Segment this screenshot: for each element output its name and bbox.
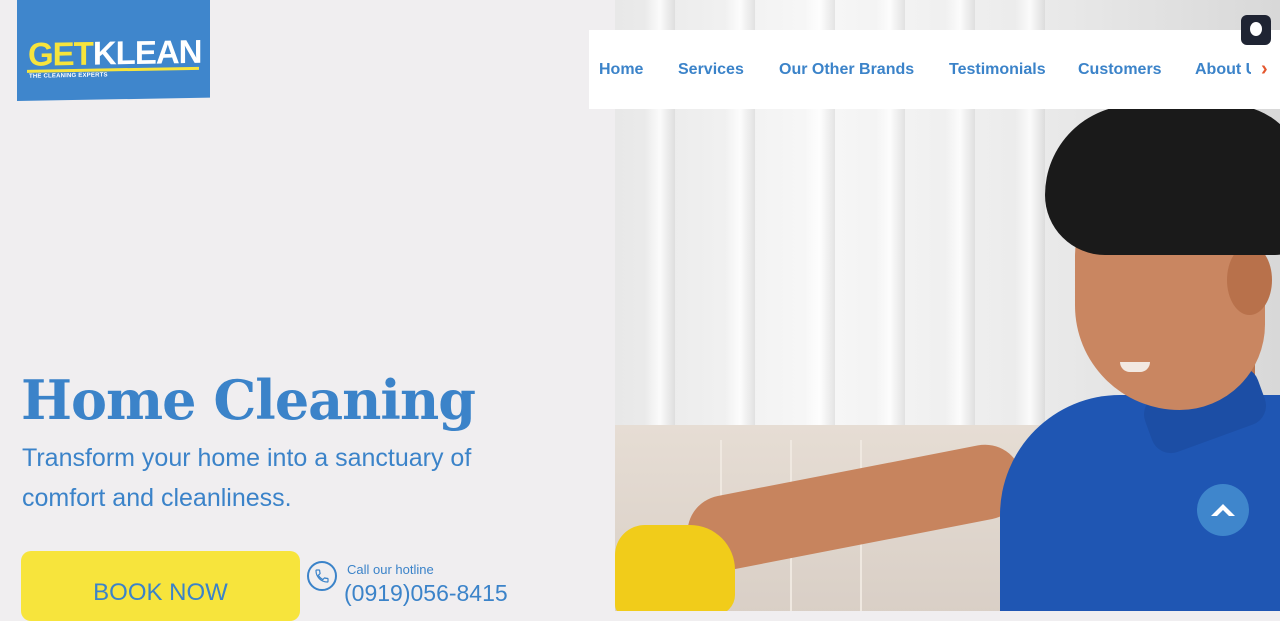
logo-get: GET <box>28 34 93 73</box>
hero-title: Home Cleaning <box>21 368 476 432</box>
ear <box>1227 245 1272 315</box>
accessibility-icon[interactable] <box>1241 15 1271 45</box>
nav-scroll-right-icon[interactable]: › <box>1261 58 1268 81</box>
nav-item-other-brands[interactable]: Our Other Brands <box>779 61 914 79</box>
hotline-label: Call our hotline <box>347 562 434 577</box>
hotline-number[interactable]: (0919)056-8415 <box>344 580 508 607</box>
nav-item-home[interactable]: Home <box>599 61 643 79</box>
chevron-up-icon <box>1211 504 1235 516</box>
yellow-glove <box>615 525 735 611</box>
scroll-to-top-button[interactable] <box>1197 484 1249 536</box>
main-nav: Home Services Our Other Brands Testimoni… <box>589 30 1280 109</box>
logo-tagline: THE CLEANING EXPERTS <box>29 72 108 80</box>
hair <box>1045 105 1280 255</box>
phone-icon[interactable] <box>307 561 337 591</box>
nav-item-about-us[interactable]: About Us <box>1195 61 1251 79</box>
nav-items: Home Services Our Other Brands Testimoni… <box>589 30 1251 109</box>
accessibility-glyph <box>1250 22 1262 36</box>
nav-item-services[interactable]: Services <box>678 61 744 79</box>
logo[interactable]: GETKLEAN THE CLEANING EXPERTS <box>17 0 210 102</box>
hero-panel: GETKLEAN THE CLEANING EXPERTS Home Clean… <box>0 0 615 621</box>
logo-klean: KLEAN <box>92 32 202 72</box>
logo-wordmark: GETKLEAN <box>28 32 202 73</box>
nav-item-customers[interactable]: Customers <box>1078 61 1162 79</box>
nav-item-testimonials[interactable]: Testimonials <box>949 61 1046 79</box>
hero-subtitle: Transform your home into a sanctuary of … <box>22 444 472 512</box>
phone-glyph <box>315 569 329 583</box>
